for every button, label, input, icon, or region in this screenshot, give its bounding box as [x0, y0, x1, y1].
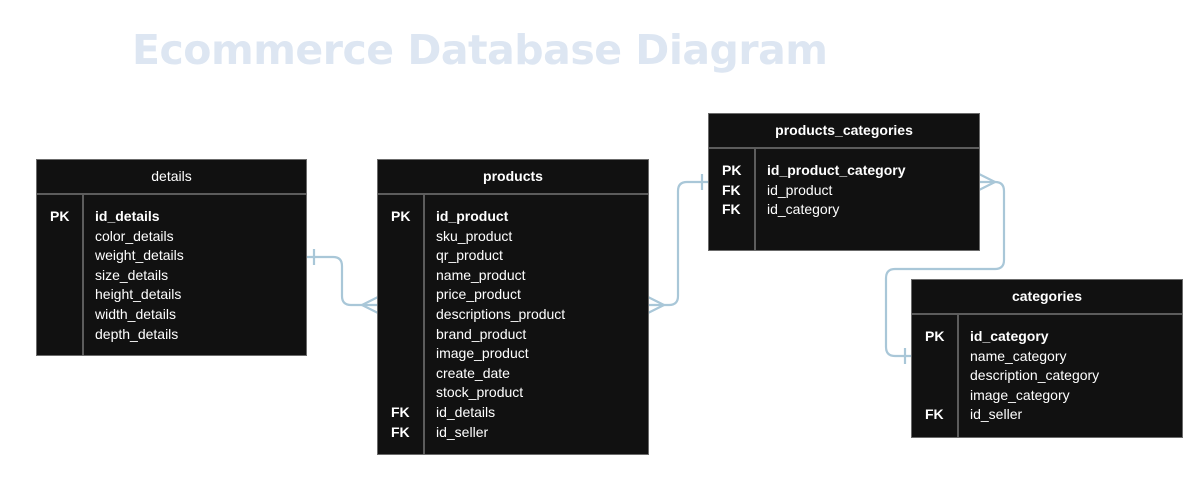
table-row[interactable]: height_details [37, 285, 306, 305]
table-row[interactable]: image_category [912, 386, 1182, 406]
table-products-header: products [378, 160, 648, 195]
column-name: image_category [970, 386, 1070, 403]
table-products-categories-header: products_categories [709, 114, 979, 149]
table-row[interactable]: weight_details [37, 246, 306, 266]
table-row[interactable]: FK id_seller [912, 405, 1182, 425]
column-name: size_details [95, 266, 169, 283]
connector-products-products-categories [648, 180, 709, 307]
table-row[interactable]: description_category [912, 366, 1182, 386]
table-row[interactable]: depth_details [37, 325, 306, 345]
table-row[interactable]: image_product [378, 344, 648, 364]
key-badge: PK [391, 208, 411, 224]
table-row[interactable]: FK id_category [709, 200, 979, 220]
column-name: weight_details [95, 247, 184, 264]
column-name: id_details [95, 208, 160, 224]
table-row[interactable]: sku_product [378, 227, 648, 247]
column-name: id_seller [436, 423, 489, 440]
key-badge: FK [391, 423, 410, 440]
key-badge: FK [391, 403, 410, 420]
table-row[interactable]: qr_product [378, 246, 648, 266]
table-categories-header: categories [912, 280, 1182, 315]
table-row[interactable]: PK id_details [37, 207, 306, 227]
column-name: stock_product [436, 384, 524, 401]
key-badge: FK [722, 201, 741, 218]
column-name: image_product [436, 345, 529, 362]
column-name: descriptions_product [436, 305, 566, 322]
table-products-categories[interactable]: products_categories PK id_product_categor… [708, 113, 980, 251]
column-name: id_product_category [767, 162, 906, 178]
table-products[interactable]: products PK id_product sku_product qr_pro… [377, 159, 649, 455]
key-badge: PK [925, 328, 945, 344]
column-name: name_category [970, 347, 1067, 364]
table-details[interactable]: details PK id_details color_details weigh… [36, 159, 307, 356]
table-row[interactable]: price_product [378, 285, 648, 305]
column-name: create_date [436, 364, 510, 381]
table-row[interactable]: brand_product [378, 325, 648, 345]
column-name: name_product [436, 266, 526, 283]
table-row[interactable]: name_category [912, 347, 1182, 367]
key-badge: FK [925, 406, 944, 423]
connector-details-products [307, 255, 378, 307]
column-name: id_product [767, 181, 833, 198]
table-row[interactable]: name_product [378, 266, 648, 286]
table-row[interactable]: create_date [378, 364, 648, 384]
column-name: qr_product [436, 247, 503, 264]
key-badge: PK [722, 162, 742, 178]
table-row[interactable]: PK id_product_category [709, 161, 979, 181]
column-name: width_details [95, 305, 176, 322]
table-row[interactable]: PK id_product [378, 207, 648, 227]
column-name: color_details [95, 227, 174, 244]
table-categories[interactable]: categories PK id_category name_category d… [911, 279, 1183, 438]
table-details-header: details [37, 160, 306, 195]
column-name: price_product [436, 286, 521, 303]
column-name: brand_product [436, 325, 527, 342]
table-row[interactable]: stock_product [378, 383, 648, 403]
key-badge: PK [50, 208, 70, 224]
column-name: depth_details [95, 325, 179, 342]
key-badge: FK [722, 181, 741, 198]
table-row[interactable]: color_details [37, 227, 306, 247]
column-name: id_category [767, 201, 840, 218]
column-name: id_category [970, 328, 1049, 344]
table-row[interactable]: width_details [37, 305, 306, 325]
table-row[interactable]: PK id_category [912, 327, 1182, 347]
table-row[interactable]: FK id_product [709, 181, 979, 201]
table-row[interactable]: FK id_details [378, 403, 648, 423]
column-name: height_details [95, 286, 182, 303]
table-row[interactable]: FK id_seller [378, 423, 648, 443]
column-name: id_details [436, 403, 496, 420]
column-name: sku_product [436, 227, 513, 244]
column-name: description_category [970, 367, 1100, 384]
column-name: id_seller [970, 406, 1023, 423]
table-row[interactable]: descriptions_product [378, 305, 648, 325]
table-row[interactable]: size_details [37, 266, 306, 286]
column-name: id_product [436, 208, 509, 224]
